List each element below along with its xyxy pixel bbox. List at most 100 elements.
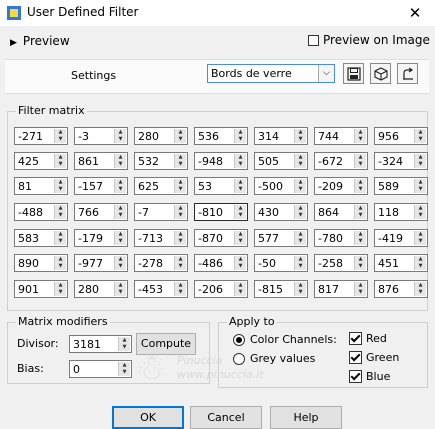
matrix-cell-input[interactable]: -948 ▲ ▼ [194,152,248,170]
spin-arrows-icon[interactable]: ▲ ▼ [174,154,186,168]
spin-arrows-icon[interactable]: ▲ ▼ [114,205,126,219]
blue-checkbox[interactable]: Blue [349,370,390,383]
spin-arrows-icon[interactable]: ▲ ▼ [414,256,426,270]
matrix-cell-input[interactable]: -419 ▲ ▼ [374,229,428,247]
spin-arrows-icon[interactable]: ▲ ▼ [174,256,186,270]
matrix-cell-input[interactable]: -977 ▲ ▼ [74,254,128,272]
spin-arrows-icon[interactable]: ▲ ▼ [234,231,246,245]
matrix-cell-input[interactable]: -810 ▲ ▼ [194,203,248,221]
matrix-cell-input[interactable]: 890 ▲ ▼ [14,254,68,272]
spin-arrows-icon[interactable]: ▲ ▼ [294,179,306,193]
preview-toggle[interactable]: ▶ Preview [10,34,70,48]
matrix-cell-input[interactable]: 901 ▲ ▼ [14,280,68,298]
spin-arrows-icon[interactable]: ▲ ▼ [118,362,130,376]
grey-values-radio[interactable]: Grey values [233,352,315,365]
compute-button[interactable]: Compute [136,333,196,355]
matrix-cell-input[interactable]: 744 ▲ ▼ [314,127,368,145]
matrix-cell-input[interactable]: 817 ▲ ▼ [314,280,368,298]
matrix-cell-input[interactable]: 864 ▲ ▼ [314,203,368,221]
spin-arrows-icon[interactable]: ▲ ▼ [174,205,186,219]
matrix-cell-input[interactable]: 451 ▲ ▼ [374,254,428,272]
matrix-cell-input[interactable]: 532 ▲ ▼ [134,152,188,170]
spin-arrows-icon[interactable]: ▲ ▼ [174,129,186,143]
spin-arrows-icon[interactable]: ▲ ▼ [354,179,366,193]
matrix-cell-input[interactable]: 861 ▲ ▼ [74,152,128,170]
spin-arrows-icon[interactable]: ▲ ▼ [414,129,426,143]
matrix-cell-input[interactable]: -870 ▲ ▼ [194,229,248,247]
spin-arrows-icon[interactable]: ▲ ▼ [54,154,66,168]
color-channels-radio[interactable]: Color Channels: [233,333,337,346]
spin-arrows-icon[interactable]: ▲ ▼ [414,282,426,296]
matrix-cell-input[interactable]: 589 ▲ ▼ [374,177,428,195]
matrix-cell-input[interactable]: 876 ▲ ▼ [374,280,428,298]
spin-arrows-icon[interactable]: ▲ ▼ [234,282,246,296]
save-preset-button[interactable] [343,63,364,84]
matrix-cell-input[interactable]: -453 ▲ ▼ [134,280,188,298]
spin-arrows-icon[interactable]: ▲ ▼ [234,179,246,193]
spin-arrows-icon[interactable]: ▲ ▼ [414,179,426,193]
matrix-cell-input[interactable]: 280 ▲ ▼ [74,280,128,298]
matrix-cell-input[interactable]: 280 ▲ ▼ [134,127,188,145]
bias-input[interactable]: 0 ▲ ▼ [69,360,132,378]
matrix-cell-input[interactable]: -7 ▲ ▼ [134,203,188,221]
spin-arrows-icon[interactable]: ▲ ▼ [234,129,246,143]
spin-arrows-icon[interactable]: ▲ ▼ [414,154,426,168]
spin-arrows-icon[interactable]: ▲ ▼ [114,154,126,168]
spin-arrows-icon[interactable]: ▲ ▼ [294,154,306,168]
matrix-cell-input[interactable]: -713 ▲ ▼ [134,229,188,247]
matrix-cell-input[interactable]: -780 ▲ ▼ [314,229,368,247]
divisor-input[interactable]: 3181 ▲ ▼ [69,335,132,353]
spin-arrows-icon[interactable]: ▲ ▼ [354,129,366,143]
matrix-cell-input[interactable]: -278 ▲ ▼ [134,254,188,272]
reset-default-button[interactable] [397,63,418,84]
spin-arrows-icon[interactable]: ▲ ▼ [234,256,246,270]
matrix-cell-input[interactable]: -486 ▲ ▼ [194,254,248,272]
matrix-cell-input[interactable]: -206 ▲ ▼ [194,280,248,298]
matrix-cell-input[interactable]: 956 ▲ ▼ [374,127,428,145]
spin-arrows-icon[interactable]: ▲ ▼ [294,231,306,245]
spin-arrows-icon[interactable]: ▲ ▼ [114,179,126,193]
spin-arrows-icon[interactable]: ▲ ▼ [354,205,366,219]
close-button[interactable]: ✕ [395,0,435,26]
matrix-cell-input[interactable]: 625 ▲ ▼ [134,177,188,195]
ok-button[interactable]: OK [112,406,184,429]
matrix-cell-input[interactable]: -324 ▲ ▼ [374,152,428,170]
spin-arrows-icon[interactable]: ▲ ▼ [354,231,366,245]
matrix-cell-input[interactable]: 425 ▲ ▼ [14,152,68,170]
spin-arrows-icon[interactable]: ▲ ▼ [414,231,426,245]
spin-arrows-icon[interactable]: ▲ ▼ [114,256,126,270]
matrix-cell-input[interactable]: 314 ▲ ▼ [254,127,308,145]
matrix-cell-input[interactable]: 583 ▲ ▼ [14,229,68,247]
matrix-cell-input[interactable]: 536 ▲ ▼ [194,127,248,145]
matrix-cell-input[interactable]: 81 ▲ ▼ [14,177,68,195]
preset-dropdown[interactable]: Bords de verre ⌵ [207,64,335,83]
spin-arrows-icon[interactable]: ▲ ▼ [174,282,186,296]
spin-arrows-icon[interactable]: ▲ ▼ [54,129,66,143]
spin-arrows-icon[interactable]: ▲ ▼ [354,282,366,296]
cancel-button[interactable]: Cancel [190,406,262,429]
matrix-cell-input[interactable]: 505 ▲ ▼ [254,152,308,170]
green-checkbox[interactable]: Green [349,351,399,364]
matrix-cell-input[interactable]: -50 ▲ ▼ [254,254,308,272]
help-button[interactable]: Help [270,406,342,429]
matrix-cell-input[interactable]: -488 ▲ ▼ [14,203,68,221]
resource-manager-button[interactable] [370,63,391,84]
spin-arrows-icon[interactable]: ▲ ▼ [354,256,366,270]
spin-arrows-icon[interactable]: ▲ ▼ [54,231,66,245]
red-checkbox[interactable]: Red [349,332,387,345]
spin-arrows-icon[interactable]: ▲ ▼ [234,154,246,168]
spin-arrows-icon[interactable]: ▲ ▼ [294,282,306,296]
matrix-cell-input[interactable]: 577 ▲ ▼ [254,229,308,247]
spin-arrows-icon[interactable]: ▲ ▼ [294,129,306,143]
spin-arrows-icon[interactable]: ▲ ▼ [294,256,306,270]
matrix-cell-input[interactable]: -271 ▲ ▼ [14,127,68,145]
spin-arrows-icon[interactable]: ▲ ▼ [114,282,126,296]
matrix-cell-input[interactable]: -157 ▲ ▼ [74,177,128,195]
matrix-cell-input[interactable]: 766 ▲ ▼ [74,203,128,221]
spin-arrows-icon[interactable]: ▲ ▼ [114,231,126,245]
spin-arrows-icon[interactable]: ▲ ▼ [54,282,66,296]
spin-arrows-icon[interactable]: ▲ ▼ [234,205,246,219]
spin-arrows-icon[interactable]: ▲ ▼ [294,205,306,219]
spin-arrows-icon[interactable]: ▲ ▼ [54,179,66,193]
spin-arrows-icon[interactable]: ▲ ▼ [354,154,366,168]
